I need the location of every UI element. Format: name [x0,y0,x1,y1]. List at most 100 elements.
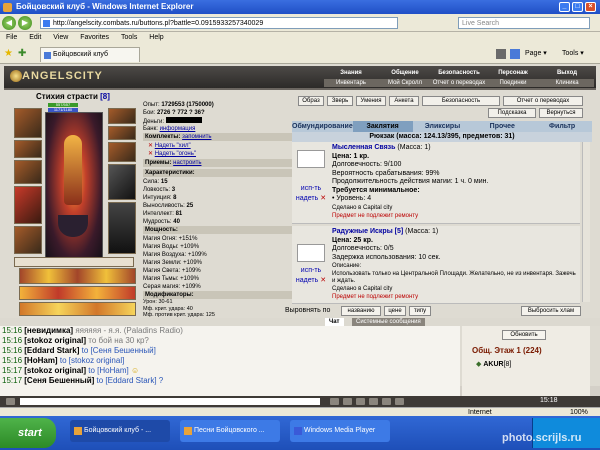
anketa-button[interactable]: Анкета [389,96,419,106]
sort-by-name-button[interactable]: названию [341,306,381,316]
refresh-stop-buttons[interactable] [402,17,454,29]
nav-vyhod[interactable]: Выход [540,69,594,77]
menu-tools[interactable]: Tools [121,34,137,41]
chat-input[interactable] [20,398,320,405]
tools-menu[interactable]: Tools ▾ [562,49,584,59]
tab-obmundirovanie[interactable]: Обмундирование [292,121,353,132]
podskazka-button[interactable]: Подсказка [488,108,536,118]
chat-tab[interactable]: Чат [325,318,344,326]
item-wear-link[interactable]: надеть ✕ [292,276,330,285]
set-heal[interactable]: ✕ Надеть "хил" [148,142,191,150]
chat-tool-icon[interactable] [343,398,352,405]
moshnost-header[interactable]: Мощность: [143,226,293,234]
refresh-online-button[interactable]: Обновить [502,330,546,340]
close-button[interactable]: × [585,2,596,12]
forward-button[interactable]: ▶ [18,16,32,30]
subnav-inventar[interactable]: Инвентарь [324,79,378,87]
belt-slot[interactable] [14,226,42,254]
chat-nick[interactable]: [Сеня Бешенный] [24,376,94,385]
favorites-star-icon[interactable]: ★ [4,49,14,59]
menu-help[interactable]: Help [149,34,163,41]
otchet-button[interactable]: Отчет о переводах [503,96,583,106]
character-name[interactable]: Стихия страсти [8] [36,92,110,101]
set-fire-link[interactable]: Надеть "огонь" [155,151,196,157]
task-songs[interactable]: Песни Бойцовского ... [180,420,280,442]
system-messages-tab[interactable]: Системные сообщения [352,318,425,326]
item-use-link[interactable]: исп-ть [292,184,330,193]
bracers-slot[interactable] [14,140,42,158]
potion-slots-row[interactable] [14,257,134,267]
chat-log[interactable]: 15:16 [невидимка] яяяяяя - я.я. (Paladin… [0,326,460,396]
menu-edit[interactable]: Edit [29,34,41,41]
bezopasnost-button[interactable]: Безопасность [422,96,500,106]
chat-tool-icon[interactable] [330,398,339,405]
chat-tool-icon[interactable] [369,398,378,405]
effects-row-3[interactable] [19,302,136,316]
menu-favorites[interactable]: Favorites [80,34,109,41]
zver-button[interactable]: Зверь [327,96,353,106]
set-heal-link[interactable]: Надеть "хил" [155,143,191,149]
vernutsya-button[interactable]: Вернуться [539,108,583,118]
print-icon[interactable] [510,49,520,59]
online-user[interactable]: ◆ AKUR[8] [476,360,511,368]
item-wear-link[interactable]: надеть ✕ [292,194,330,203]
priemy-header[interactable]: Приемы: настроить [143,159,293,167]
tab-eliksiry[interactable]: Эликсиры [413,121,473,132]
menu-file[interactable]: File [6,34,17,41]
add-favorites-icon[interactable]: ✚ [18,49,28,59]
boots-slot[interactable] [108,202,136,254]
subnav-poedinki[interactable]: Поединки [486,79,540,87]
discard-junk-button[interactable]: Выбросить хлам [521,306,581,316]
sort-by-price-button[interactable]: цене [384,306,406,316]
back-button[interactable]: ◀ [2,16,16,30]
subnav-moy-skroll[interactable]: Мой Скролл [378,79,432,87]
obraz-button[interactable]: Образ [298,96,324,106]
page-menu[interactable]: Page ▾ [525,49,547,59]
tab-filtr[interactable]: Фильтр [532,121,592,132]
online-user-nick[interactable]: AKUR [483,361,503,368]
item-name[interactable]: Радужные Искры [5] [332,228,403,235]
item-name[interactable]: Мысленная Связь [332,144,395,151]
umeniya-button[interactable]: Умения [356,96,386,106]
subnav-klinika[interactable]: Клиника [540,79,594,87]
chat-to[interactable]: to [HoHam] [88,366,128,375]
chat-tool-icon[interactable] [356,398,365,405]
item-use-link[interactable]: исп-ть [292,266,330,275]
task-browser[interactable]: Бойцовский клуб - ... [70,420,170,442]
browser-tab[interactable]: Бойцовский клуб [40,47,140,62]
nastroit-link[interactable]: настроить [173,160,201,166]
weapon-slot[interactable] [14,160,42,184]
chat-tool-icon[interactable] [382,398,391,405]
subnav-otchet[interactable]: Отчет о переводах [432,79,486,87]
chat-to[interactable]: to [Сеня Бешенный] [82,346,156,355]
minimize-button[interactable]: _ [559,2,570,12]
search-input[interactable]: Live Search [458,17,590,29]
menu-view[interactable]: View [53,34,68,41]
chat-tool-icon[interactable] [395,398,404,405]
nav-personazh[interactable]: Персонаж [486,69,540,77]
shield-slot[interactable] [108,164,136,200]
helmet-slot[interactable] [14,108,42,138]
task-media-player[interactable]: Windows Media Player [290,420,390,442]
effects-row-2[interactable] [19,286,136,300]
chat-nick[interactable]: [HoHam] [24,356,57,365]
modifikatory-header[interactable]: Модификаторы: [143,291,293,299]
home-icon[interactable] [496,49,506,59]
maximize-button[interactable]: □ [572,2,583,12]
delete-x-icon[interactable]: ✕ [320,277,326,284]
earring-slot[interactable] [108,108,136,124]
gloves-slot[interactable] [108,142,136,162]
armor-slot[interactable] [14,186,42,224]
chat-to[interactable]: to [stokoz original] [60,356,124,365]
tab-prochee[interactable]: Прочее [472,121,532,132]
address-input[interactable]: http://angelscity.combats.ru/buttons.pl?… [40,17,398,29]
delete-x-icon[interactable]: ✕ [320,195,326,202]
nav-bezopasnost[interactable]: Безопасность [432,69,486,77]
sort-by-type-button[interactable]: типу [409,306,431,316]
zapomnit-link[interactable]: запомнить [182,134,211,140]
nav-obshenie[interactable]: Общение [378,69,432,77]
chat-to[interactable]: to [Eddard Stark] [97,376,157,385]
harakteristiki-header[interactable]: Характеристики: [143,169,293,177]
chat-tool-icon[interactable] [6,398,15,405]
nav-znaniya[interactable]: Знания [324,69,378,77]
